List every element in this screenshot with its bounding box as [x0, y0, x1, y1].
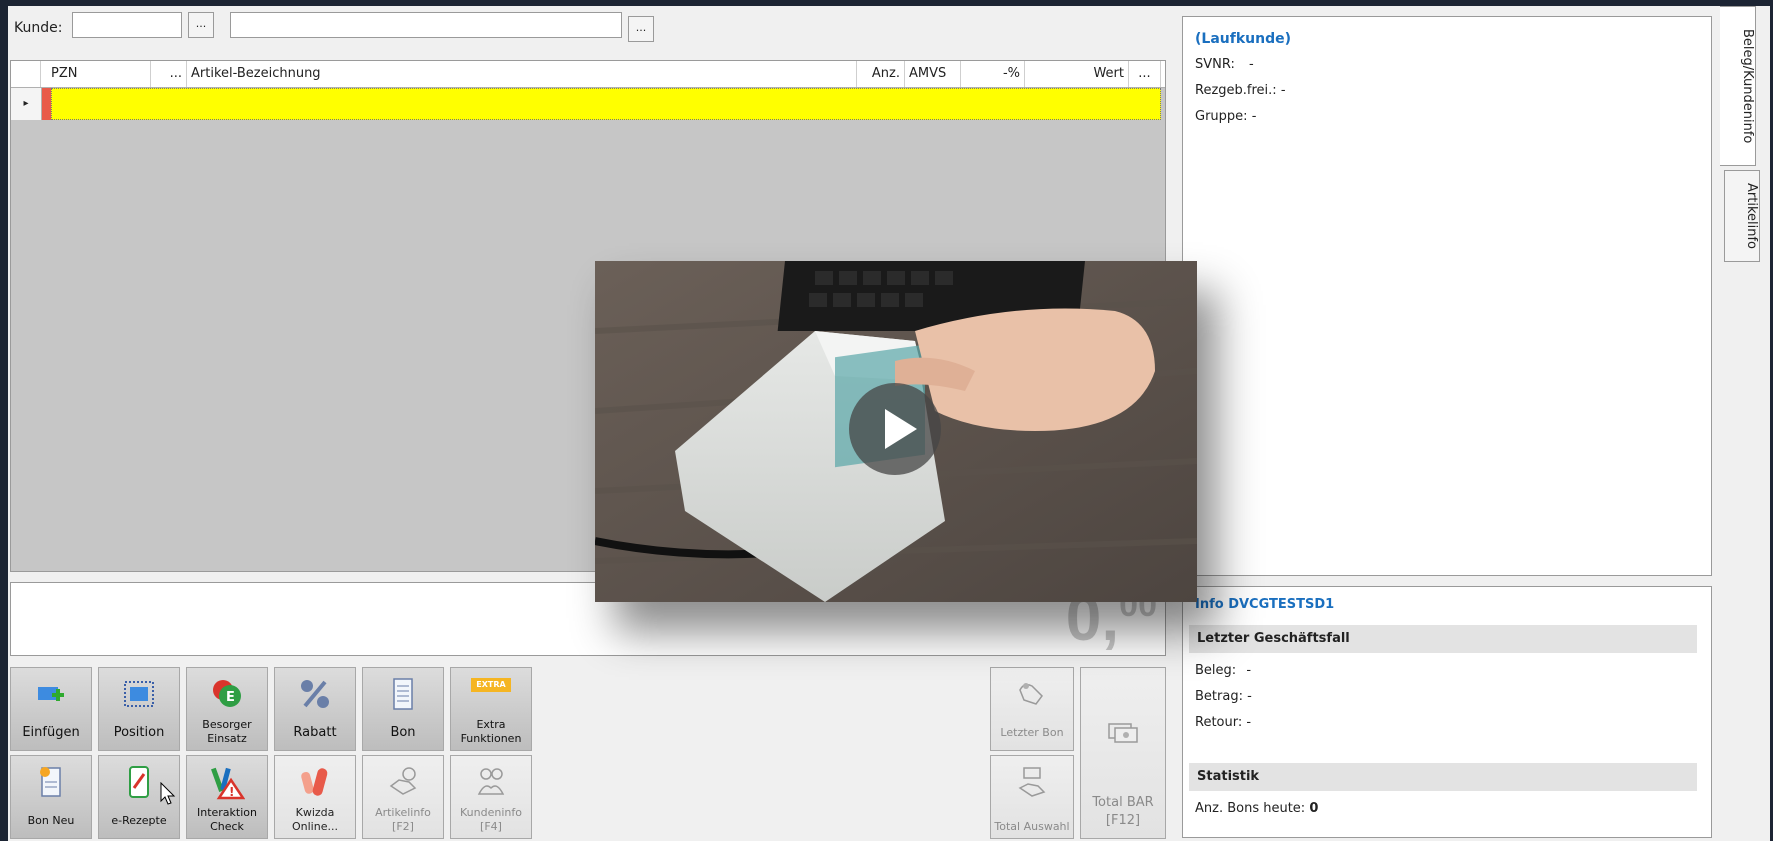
retour-label: Retour: [1195, 715, 1243, 730]
pos-window: Kunde: ... ... PZN ... Artikel-Bezeichnu… [8, 6, 1770, 841]
col-wert[interactable]: Wert [1025, 61, 1129, 87]
bon-label: Bon [390, 725, 416, 740]
col-artikel[interactable]: Artikel-Bezeichnung [187, 61, 857, 87]
besorger-einsatz-button[interactable]: E Besorger Einsatz [186, 667, 268, 751]
col-amvs[interactable]: AMVS [905, 61, 961, 87]
interaction-icon: ! [211, 767, 245, 800]
info-panel: Info DVCGTESTSD1 Letzter Geschäftsfall B… [1182, 586, 1712, 838]
mouse-cursor-icon [160, 782, 176, 805]
play-icon [885, 409, 917, 449]
col-pzn[interactable]: PZN [41, 61, 151, 87]
bons-label: Anz. Bons heute: [1195, 801, 1306, 816]
kunde-label: Kunde: [14, 20, 63, 36]
betrag-row: Betrag: - [1195, 689, 1252, 704]
e-prescription-icon [129, 766, 149, 798]
kwizda-online-button[interactable]: Kwizda Online... [274, 755, 356, 839]
grid-header: PZN ... Artikel-Bezeichnung Anz. AMVS -%… [11, 61, 1165, 88]
grid-corner [11, 61, 41, 87]
retour-row: Retour: - [1195, 715, 1251, 730]
svg-text:!: ! [229, 785, 234, 799]
col-anz[interactable]: Anz. [857, 61, 905, 87]
total-auswahl-button[interactable]: Total Auswahl [990, 755, 1074, 839]
kunde-search-button[interactable]: ... [188, 12, 214, 38]
statistik-header: Statistik [1189, 763, 1697, 791]
col-pzn-more[interactable]: ... [151, 61, 187, 87]
besorger-label: Besorger Einsatz [202, 718, 252, 745]
position-label: Position [113, 725, 165, 740]
receipt-icon [393, 678, 413, 710]
rezgeb-label: Rezgeb.frei.: [1195, 83, 1277, 98]
kwizda-online-label: Kwizda Online... [292, 806, 338, 833]
extra-funktionen-label: Extra Funktionen [460, 718, 522, 745]
beleg-label: Beleg: [1195, 663, 1237, 678]
cash-icon [1108, 723, 1138, 743]
row-indicator-icon: ▸ [11, 88, 42, 120]
gruppe-label: Gruppe: [1195, 109, 1248, 124]
bon-neu-button[interactable]: Bon Neu [10, 755, 92, 839]
tab-artikelinfo[interactable]: Artikelinfo [1724, 170, 1760, 262]
play-button[interactable] [849, 383, 941, 475]
retour-value: - [1246, 715, 1252, 730]
bon-neu-label: Bon Neu [27, 814, 75, 827]
gruppe-value: - [1251, 109, 1257, 124]
artikelinfo-label: Artikelinfo [F2] [375, 806, 431, 833]
kundeninfo-label: Kundeninfo [F4] [460, 806, 522, 833]
besorger-icon: E [213, 680, 241, 707]
article-info-icon [389, 767, 417, 795]
beleg-row: Beleg: - [1195, 663, 1251, 678]
letzter-bon-label: Letzter Bon [1000, 726, 1064, 739]
svnr-value: - [1249, 57, 1254, 72]
position-button[interactable]: Position [98, 667, 180, 751]
total-select-icon [1018, 767, 1046, 797]
rabatt-button[interactable]: Rabatt [274, 667, 356, 751]
svg-text:E: E [226, 690, 235, 705]
rabatt-label: Rabatt [293, 725, 337, 740]
einfuegen-label: Einfügen [22, 725, 80, 740]
col-rabatt[interactable]: -% [961, 61, 1025, 87]
bons-value: 0 [1309, 801, 1319, 816]
betrag-label: Betrag: [1195, 689, 1243, 704]
customer-info-panel: (Laufkunde) SVNR: - Rezgeb.frei.: - Grup… [1182, 16, 1712, 576]
letzter-bon-button[interactable]: Letzter Bon [990, 667, 1074, 751]
total-bar-label: Total BAR [F12] [1092, 795, 1154, 828]
rezgeb-row: Rezgeb.frei.: - [1195, 83, 1286, 98]
e-rezepte-label: e-Rezepte [111, 814, 167, 827]
interaktion-check-button[interactable]: ! Interaktion Check [186, 755, 268, 839]
bons-row: Anz. Bons heute: 0 [1195, 801, 1318, 816]
customer-name: (Laufkunde) [1195, 31, 1291, 47]
total-bar-button[interactable]: Total BAR [F12] [1080, 667, 1166, 839]
kunde-number-input[interactable] [72, 12, 182, 38]
extra-icon: EXTRA [471, 678, 511, 692]
artikelinfo-button[interactable]: Artikelinfo [F2] [362, 755, 444, 839]
interaktion-check-label: Interaktion Check [196, 806, 257, 833]
kunde-name-browse-button[interactable]: ... [628, 16, 654, 42]
customer-info-icon [477, 768, 505, 795]
new-receipt-icon [40, 767, 61, 797]
beleg-value: - [1246, 663, 1252, 678]
svnr-label: SVNR: [1195, 57, 1235, 72]
extra-funktionen-button[interactable]: EXTRA Extra Funktionen [450, 667, 532, 751]
letzter-geschaeftsfall-header: Letzter Geschäftsfall [1189, 625, 1697, 653]
last-receipt-icon [1019, 683, 1043, 705]
kwizda-icon [301, 768, 328, 796]
insert-icon [38, 687, 64, 701]
rezgeb-value: - [1280, 83, 1286, 98]
total-auswahl-label: Total Auswahl [994, 820, 1070, 833]
bon-button[interactable]: Bon [362, 667, 444, 751]
position-icon [124, 681, 154, 707]
kundeninfo-button[interactable]: Kundeninfo [F4] [450, 755, 532, 839]
percent-icon [301, 680, 329, 708]
col-more[interactable]: ... [1129, 61, 1161, 87]
svnr-row: SVNR: - [1195, 57, 1254, 72]
table-row[interactable]: ▸ [11, 88, 1161, 120]
gruppe-row: Gruppe: - [1195, 109, 1256, 124]
info-title: Info DVCGTESTSD1 [1195, 597, 1335, 612]
row-edit-cell[interactable] [51, 88, 1161, 120]
tab-beleg-kundeninfo[interactable]: Beleg/Kundeninfo [1720, 6, 1756, 166]
row-status-marker [42, 88, 51, 120]
kunde-name-input[interactable] [230, 12, 622, 38]
betrag-value: - [1247, 689, 1252, 704]
einfuegen-button[interactable]: Einfügen [10, 667, 92, 751]
video-player[interactable] [595, 261, 1197, 602]
